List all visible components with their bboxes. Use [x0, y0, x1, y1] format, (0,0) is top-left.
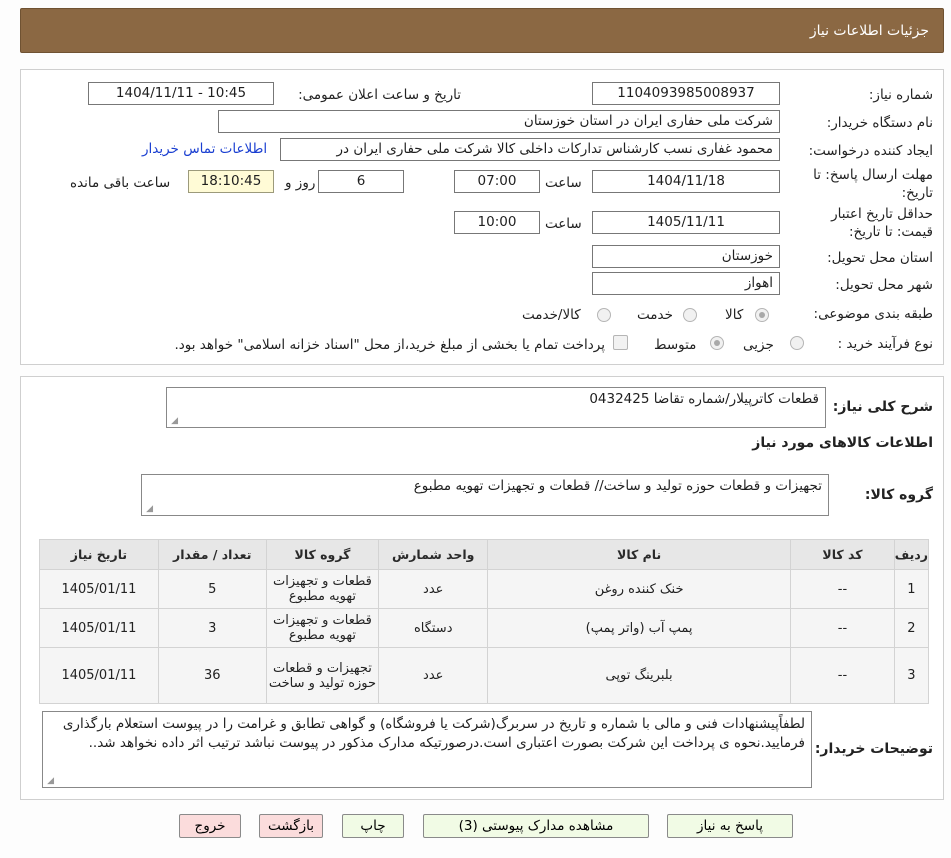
- cell-group: تجهیزات و قطعات حوزه تولید و ساخت: [265, 647, 380, 704]
- col-header-quantity: تعداد / مقدار: [157, 539, 267, 570]
- cell-need-date: 1405/01/11: [39, 608, 159, 648]
- category-option-both-radio[interactable]: [597, 308, 611, 322]
- page-title: جزئیات اطلاعات نیاز: [809, 23, 929, 39]
- buyer-org-label: نام دستگاه خریدار:: [826, 115, 933, 131]
- reply-to-need-button[interactable]: پاسخ به نیاز: [667, 814, 793, 838]
- cell-row-no: 1: [893, 569, 930, 609]
- cell-code: --: [790, 569, 895, 609]
- resize-grip-icon[interactable]: ◢: [46, 777, 54, 786]
- need-description-text: قطعات کاترپیلار/شماره تقاضا 0432425: [589, 391, 819, 407]
- table-row: 3 -- بلبرینگ توپی عدد تجهیزات و قطعات حو…: [39, 647, 930, 704]
- province-label: استان محل تحویل:: [827, 250, 933, 266]
- days-and-label: روز و: [285, 175, 316, 191]
- treasury-payment-checkbox[interactable]: [613, 335, 628, 350]
- goods-group-text: تجهیزات و قطعات حوزه تولید و ساخت// قطعا…: [413, 478, 822, 494]
- table-header-row: ردیف کد کالا نام کالا واحد شمارش گروه کا…: [39, 539, 930, 570]
- cell-unit: دستگاه: [378, 608, 489, 648]
- back-button[interactable]: بازگشت: [259, 814, 323, 838]
- validity-date-field: 1405/11/11: [592, 211, 780, 234]
- cell-name: بلبرینگ توپی: [487, 647, 792, 704]
- reply-deadline-label: مهلت ارسال پاسخ: تا تاریخ:: [813, 167, 933, 201]
- reply-time-label: ساعت: [545, 175, 582, 191]
- time-remaining-label: ساعت باقی مانده: [70, 175, 171, 191]
- time-remaining-field: 18:10:45: [188, 170, 274, 193]
- treasury-payment-note: پرداخت تمام یا بخشی از مبلغ خرید،از محل …: [174, 337, 605, 353]
- process-option-minor-label: جزیی: [743, 337, 774, 353]
- buyer-org-field: شرکت ملی حفاری ایران در استان خوزستان: [218, 110, 780, 133]
- city-field: اهواز: [592, 272, 780, 295]
- goods-table: ردیف کد کالا نام کالا واحد شمارش گروه کا…: [39, 539, 930, 704]
- goods-group-textarea[interactable]: تجهیزات و قطعات حوزه تولید و ساخت// قطعا…: [141, 474, 829, 516]
- cell-row-no: 3: [893, 647, 930, 704]
- exit-button[interactable]: خروج: [179, 814, 241, 838]
- process-type-label: نوع فرآیند خرید :: [837, 336, 933, 352]
- buyer-notes-textarea[interactable]: لطفاًپیشنهادات فنی و مالی با شماره و تار…: [42, 711, 812, 788]
- need-description-label: شرح کلی نیاز:: [832, 399, 933, 415]
- days-remaining-field: 6: [318, 170, 404, 193]
- announce-datetime-field: 1404/11/11 - 10:45: [88, 82, 274, 105]
- cell-code: --: [790, 647, 895, 704]
- col-header-name: نام کالا: [487, 539, 792, 570]
- requester-field: محمود غفاری نسب کارشناس تدارکات داخلی کا…: [280, 138, 780, 161]
- goods-info-heading: اطلاعات کالاهای مورد نیاز: [752, 435, 933, 451]
- category-option-goods-label: کالا: [725, 307, 744, 323]
- table-row: 1 -- خنک کننده روغن عدد قطعات و تجهیزات …: [39, 569, 930, 609]
- resize-grip-icon[interactable]: ◢: [170, 417, 178, 426]
- view-attachments-button[interactable]: مشاهده مدارک پیوستی (3): [423, 814, 649, 838]
- cell-group: قطعات و تجهیزات تهویه مطبوع: [265, 569, 380, 609]
- cell-quantity: 36: [157, 647, 267, 704]
- col-header-row-no: ردیف: [893, 539, 930, 570]
- contact-buyer-link[interactable]: اطلاعات تماس خریدار: [142, 141, 267, 157]
- validity-time-label: ساعت: [545, 216, 582, 232]
- announce-datetime-label: تاریخ و ساعت اعلان عمومی:: [298, 87, 461, 103]
- category-label: طبقه بندی موضوعی:: [813, 306, 933, 322]
- goods-table-wrapper: ردیف کد کالا نام کالا واحد شمارش گروه کا…: [39, 539, 930, 704]
- validity-time-field: 10:00: [454, 211, 540, 234]
- reply-date-field: 1404/11/18: [592, 170, 780, 193]
- buyer-notes-text: لطفاًپیشنهادات فنی و مالی با شماره و تار…: [62, 716, 805, 751]
- col-header-group: گروه کالا: [265, 539, 380, 570]
- cell-quantity: 5: [157, 569, 267, 609]
- category-option-service-label: خدمت: [637, 307, 673, 323]
- province-field: خوزستان: [592, 245, 780, 268]
- requester-label: ایجاد کننده درخواست:: [808, 143, 933, 159]
- category-option-service-radio[interactable]: [683, 308, 697, 322]
- cell-row-no: 2: [893, 608, 930, 648]
- cell-code: --: [790, 608, 895, 648]
- price-validity-label: حداقل تاریخ اعتبار قیمت: تا تاریخ:: [831, 206, 933, 240]
- table-row: 2 -- پمپ آب (واتر پمپ) دستگاه قطعات و تج…: [39, 608, 930, 648]
- goods-group-label: گروه کالا:: [864, 487, 933, 503]
- category-option-both-label: کالا/خدمت: [522, 307, 581, 323]
- cell-group: قطعات و تجهیزات تهویه مطبوع: [265, 608, 380, 648]
- cell-name: خنک کننده روغن: [487, 569, 792, 609]
- process-option-medium-radio[interactable]: [710, 336, 724, 350]
- cell-need-date: 1405/01/11: [39, 647, 159, 704]
- col-header-code: کد کالا: [790, 539, 895, 570]
- need-description-textarea[interactable]: قطعات کاترپیلار/شماره تقاضا 0432425 ◢: [166, 387, 826, 428]
- buyer-notes-label: توضیحات خریدار:: [814, 741, 933, 757]
- process-option-medium-label: متوسط: [654, 337, 697, 353]
- category-option-goods-radio[interactable]: [755, 308, 769, 322]
- reply-time-field: 07:00: [454, 170, 540, 193]
- resize-grip-icon[interactable]: ◢: [145, 505, 153, 514]
- need-number-label: شماره نیاز:: [868, 87, 933, 103]
- col-header-need-date: تاریخ نیاز: [39, 539, 159, 570]
- print-button[interactable]: چاپ: [342, 814, 404, 838]
- col-header-unit: واحد شمارش: [378, 539, 489, 570]
- page-header: جزئیات اطلاعات نیاز: [20, 8, 944, 53]
- cell-quantity: 3: [157, 608, 267, 648]
- process-option-minor-radio[interactable]: [790, 336, 804, 350]
- cell-name: پمپ آب (واتر پمپ): [487, 608, 792, 648]
- cell-unit: عدد: [378, 569, 489, 609]
- cell-need-date: 1405/01/11: [39, 569, 159, 609]
- city-label: شهر محل تحویل:: [835, 277, 933, 293]
- need-number-field: 1104093985008937: [592, 82, 780, 105]
- cell-unit: عدد: [378, 647, 489, 704]
